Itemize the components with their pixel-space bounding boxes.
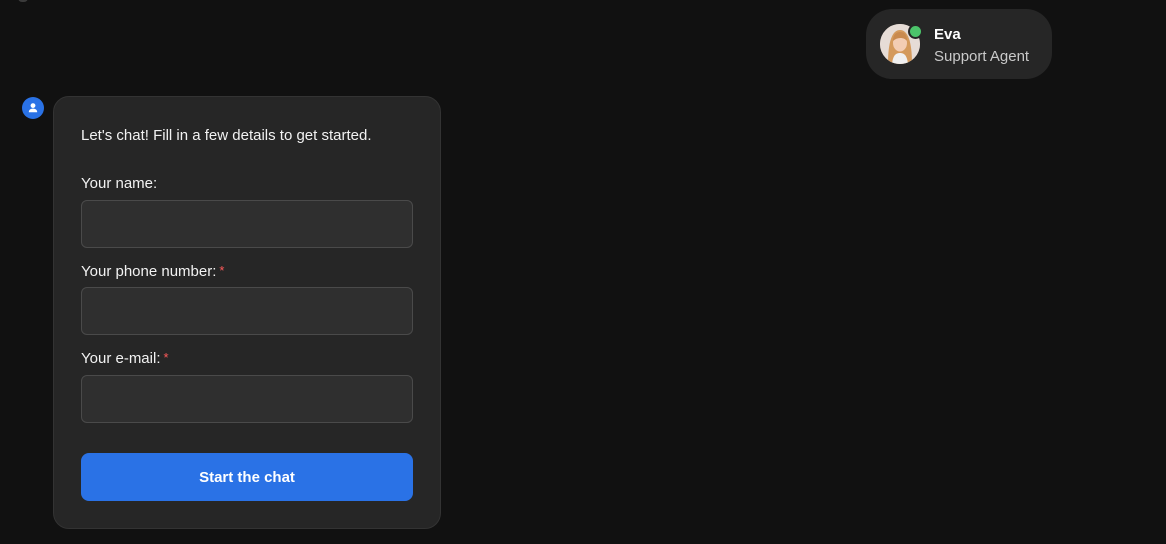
online-status-dot — [908, 24, 923, 39]
email-input[interactable] — [81, 375, 413, 423]
name-input[interactable] — [81, 200, 413, 248]
email-label: Your e-mail: * — [81, 350, 169, 367]
name-label: Your name: — [81, 175, 157, 192]
agent-card[interactable]: Eva Support Agent — [866, 9, 1052, 79]
phone-label: Your phone number: * — [81, 263, 224, 280]
form-intro-text: Let's chat! Fill in a few details to get… — [81, 127, 372, 144]
user-icon — [22, 97, 44, 119]
corner-edge-mark — [18, 0, 28, 2]
required-marker: * — [219, 263, 225, 278]
agent-name: Eva — [934, 26, 961, 43]
chat-widget-screen: Eva Support Agent Let's chat! Fill in a … — [0, 0, 1166, 544]
agent-role: Support Agent — [934, 48, 1030, 65]
name-label-text: Your name: — [81, 175, 158, 192]
start-chat-button[interactable]: Start the chat — [81, 453, 413, 501]
required-marker: * — [163, 350, 169, 365]
phone-input[interactable] — [81, 287, 413, 335]
phone-label-text: Your phone number: — [81, 263, 217, 280]
email-label-text: Your e-mail: — [81, 350, 161, 367]
prechat-form-card: Let's chat! Fill in a few details to get… — [53, 96, 441, 529]
